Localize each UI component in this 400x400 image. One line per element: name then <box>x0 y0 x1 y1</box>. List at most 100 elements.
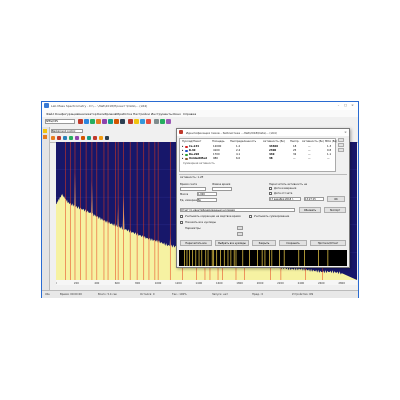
peaks-icon[interactable] <box>114 119 119 124</box>
col-uncertainty[interactable]: Неопределенность <box>230 140 256 143</box>
report-icon[interactable] <box>120 119 125 124</box>
menu-tools[interactable]: Инструменты <box>151 112 172 116</box>
dialog-close-icon[interactable]: × <box>343 130 348 135</box>
mode-select[interactable]: SPEw/CPS <box>45 119 75 124</box>
result-select[interactable]: Отчет по идентифицированным нуклидам <box>180 208 295 212</box>
library-icon[interactable] <box>134 119 139 124</box>
live-time-field[interactable] <box>212 187 232 191</box>
menu-settings[interactable]: Настройки <box>133 112 150 116</box>
cell-nuclide: Ra-226 <box>189 153 200 156</box>
marker-icon[interactable] <box>57 136 61 140</box>
x-tick-label: 1200 <box>175 281 182 285</box>
menu-processing[interactable]: Обработка <box>115 112 132 116</box>
roi-icon[interactable] <box>51 136 55 140</box>
col-nuclide[interactable]: Нуклид/Пакет <box>182 140 201 143</box>
time-field[interactable]: 13:27:15 <box>304 197 324 201</box>
deadtime-checkbox[interactable] <box>180 215 183 218</box>
update-button[interactable]: Обновить <box>299 207 321 213</box>
table-row[interactable]: ▸ Unidentified 980 6.0 38 — — — <box>181 157 335 161</box>
col-activity[interactable]: Активность (Бк) <box>263 140 285 143</box>
x-tick-label: 1600 <box>216 281 223 285</box>
export-icon[interactable] <box>160 119 165 124</box>
cell-mda: 1.1 <box>327 153 332 156</box>
dialog-title: Идентификация пиков – библиотека ...Лаб\… <box>186 131 277 135</box>
row-color-swatch <box>185 145 188 148</box>
menu-config[interactable]: Конфигурация <box>55 112 78 116</box>
fit-icon[interactable] <box>69 136 73 140</box>
calc-all-button[interactable]: Пересчитать все <box>180 240 212 246</box>
cursor-icon[interactable] <box>63 136 67 140</box>
summation-checkbox[interactable] <box>249 215 252 218</box>
expand-icon[interactable]: ▸ <box>182 153 183 156</box>
date-measure-checkbox[interactable] <box>269 187 272 190</box>
close-button[interactable]: Закрыть <box>252 240 276 246</box>
background-select[interactable]: Background control <box>51 129 83 133</box>
expand-icon[interactable]: ▸ <box>182 145 183 148</box>
ref-date-checkbox[interactable] <box>269 192 272 195</box>
menu-window[interactable]: Окно <box>173 112 181 116</box>
menu-help[interactable]: Справка <box>183 112 196 116</box>
date-field[interactable]: 17 декабря 2018 г. <box>269 197 301 201</box>
settings-icon[interactable] <box>140 119 145 124</box>
close-icon[interactable]: × <box>350 103 355 108</box>
edit-icon[interactable] <box>338 148 344 152</box>
select-all-button[interactable]: Выбрать все нуклиды <box>215 240 249 246</box>
ok-button[interactable]: OK <box>327 196 345 202</box>
stop-icon[interactable] <box>96 119 101 124</box>
calib-icon[interactable] <box>128 119 133 124</box>
date-measure-label: Дата измерения <box>274 187 297 190</box>
print-icon[interactable] <box>154 119 159 124</box>
minimize-icon[interactable]: – <box>336 103 341 108</box>
clear-icon[interactable] <box>102 119 107 124</box>
log-icon[interactable] <box>75 136 79 140</box>
compare-icon[interactable] <box>166 119 171 124</box>
deadtime-label: Учитывать коррекции на мертвое время <box>185 215 241 218</box>
save-button[interactable]: Сохранить <box>279 240 307 246</box>
report-button[interactable]: Протокол/Отчет <box>310 240 346 246</box>
divider <box>179 174 347 175</box>
save-icon[interactable] <box>84 119 89 124</box>
show-all-checkbox[interactable] <box>180 221 183 224</box>
maximize-icon[interactable]: □ <box>343 103 348 108</box>
status-total: Всего: 5.4 сек <box>98 293 117 296</box>
left-panel <box>42 127 50 292</box>
expand-icon[interactable] <box>87 136 91 140</box>
spectrum-icon[interactable] <box>43 135 47 139</box>
count-time-field[interactable] <box>180 187 206 191</box>
dialog-title-bar[interactable]: Идентификация пиков – библиотека ...Лаб\… <box>177 129 349 136</box>
grid-icon[interactable] <box>105 136 109 140</box>
expand-icon[interactable]: ▸ <box>182 149 183 152</box>
alarm-icon[interactable] <box>146 119 151 124</box>
menu-calibration[interactable]: Калибровка <box>97 112 116 116</box>
lin-icon[interactable] <box>81 136 85 140</box>
export-button[interactable]: Экспорт <box>324 207 346 213</box>
title-bar[interactable]: Lab Mass Spectrometry - D:\... \Лаб\2018… <box>42 102 358 110</box>
params-toggle[interactable] <box>237 226 243 230</box>
menu-analyzer[interactable]: Анализатор <box>78 112 97 116</box>
units-select[interactable]: Бк <box>197 198 217 202</box>
folder-icon[interactable] <box>43 129 47 133</box>
expand-icon[interactable]: ▸ <box>182 157 183 160</box>
show-all-label: Показать все нуклиды <box>185 221 216 224</box>
row-color-swatch <box>185 149 188 152</box>
status-bar: Idle Время: 00:00:00 Всего: 5.4 сек Оста… <box>42 290 358 298</box>
params-toggle-2[interactable] <box>237 232 243 236</box>
start-icon[interactable] <box>90 119 95 124</box>
col-unc2[interactable]: Неопр. <box>290 140 299 143</box>
x-axis: 0 200 400 600 800 1000 1200 1400 1600 1800 2000 220… <box>56 280 357 285</box>
col-activity2[interactable]: Активность (Бк) <box>302 140 324 143</box>
col-area[interactable]: Площадь <box>212 140 225 143</box>
cell-nuclide: K-40 <box>189 149 196 152</box>
status-state: Idle <box>45 293 50 296</box>
open-icon[interactable] <box>78 119 83 124</box>
recalc-label: Пересчитать активность на <box>269 183 308 186</box>
shrink-icon[interactable] <box>93 136 97 140</box>
zoom-icon[interactable] <box>108 119 113 124</box>
smooth-icon[interactable] <box>99 136 103 140</box>
col-mda[interactable]: MDA (Бк) <box>325 140 337 143</box>
add-icon[interactable] <box>338 138 344 142</box>
remove-icon[interactable] <box>338 143 344 147</box>
mass-field[interactable]: 1.000 <box>197 192 217 196</box>
menu-file[interactable]: Файл <box>46 112 54 116</box>
mass-label: Масса <box>180 193 189 196</box>
